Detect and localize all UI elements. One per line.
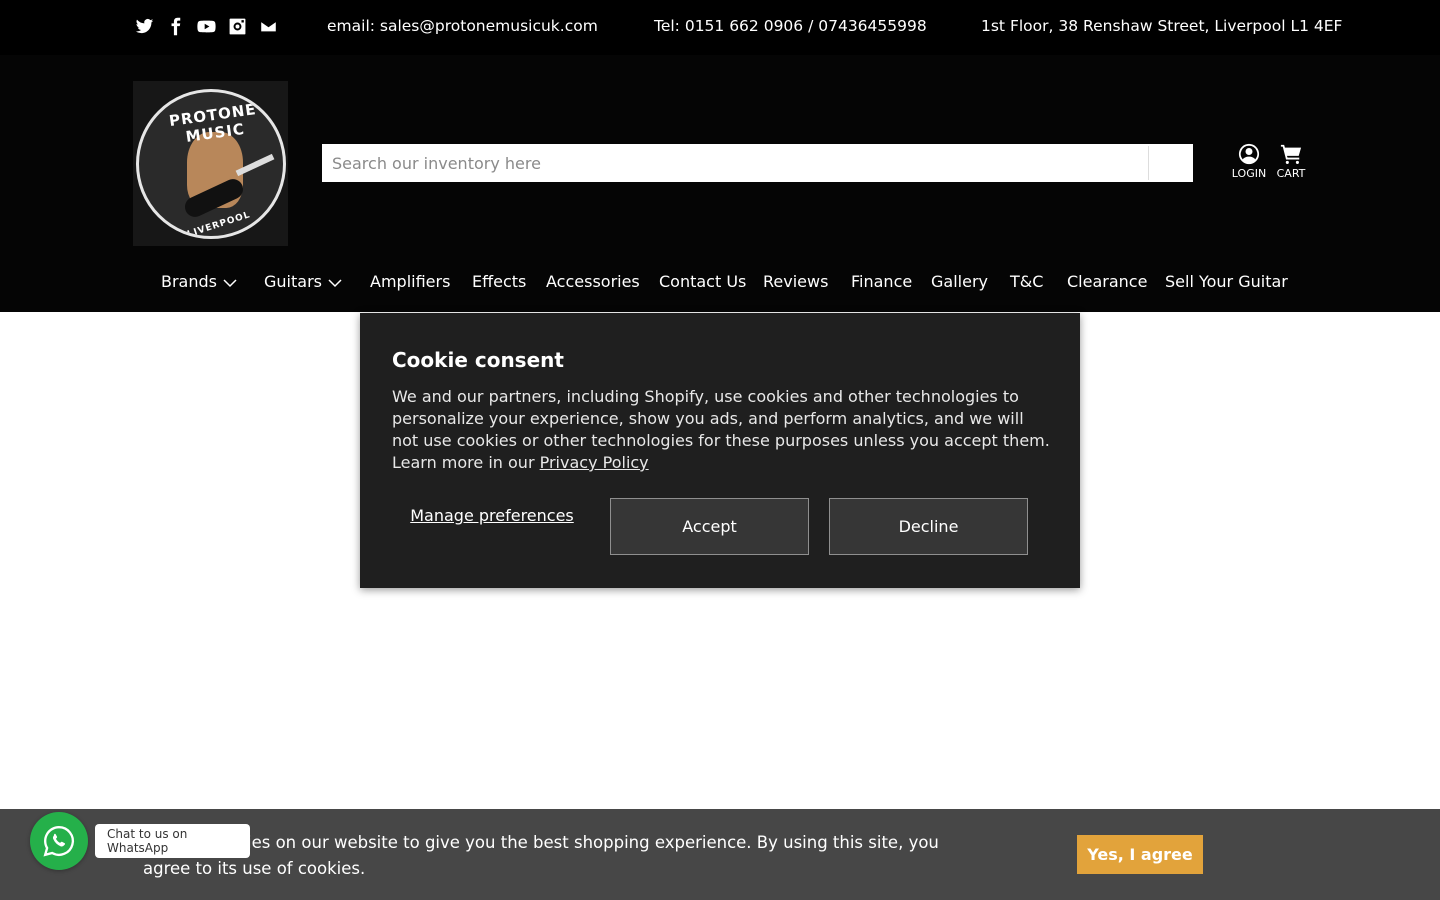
top-bar: email: sales@protonemusicuk.com Tel: 015…: [0, 0, 1440, 55]
nav-item-contact[interactable]: Contact Us: [659, 272, 746, 291]
login-link[interactable]: LOGIN: [1227, 143, 1271, 180]
twitter-icon[interactable]: [134, 16, 155, 37]
nav-item-brands[interactable]: Brands: [161, 272, 237, 291]
dialog-text: We and our partners, including Shopify, …: [392, 387, 1050, 472]
nav-item-finance[interactable]: Finance: [851, 272, 912, 291]
nav-item-guitars[interactable]: Guitars: [264, 272, 342, 291]
email-link[interactable]: email: sales@protonemusicuk.com: [327, 17, 598, 35]
social-links: [134, 16, 279, 37]
main-nav: Brands Guitars Amplifiers Effects Access…: [0, 267, 1440, 307]
nav-item-amplifiers[interactable]: Amplifiers: [370, 272, 450, 291]
agree-button[interactable]: Yes, I agree: [1077, 835, 1203, 874]
instagram-icon[interactable]: [227, 16, 248, 37]
cookie-notice-text: We use cookies on our website to give yo…: [143, 833, 939, 878]
facebook-icon[interactable]: [165, 16, 186, 37]
nav-item-sell-guitar[interactable]: Sell Your Guitar: [1165, 272, 1288, 291]
cart-label: CART: [1276, 167, 1306, 180]
site-header: PROTONE MUSIC LIVERPOOL LOGIN CART Brand…: [0, 55, 1440, 312]
nav-item-gallery[interactable]: Gallery: [931, 272, 988, 291]
mail-icon[interactable]: [258, 16, 279, 37]
cart-link[interactable]: CART: [1269, 143, 1313, 180]
chevron-down-icon: [328, 275, 342, 289]
dialog-body: We and our partners, including Shopify, …: [392, 386, 1052, 474]
whatsapp-icon: [43, 826, 74, 857]
dialog-title: Cookie consent: [392, 348, 564, 372]
whatsapp-tooltip: Chat to us on WhatsApp: [95, 824, 250, 858]
youtube-icon[interactable]: [196, 16, 217, 37]
logo-wordmark: PROTONE MUSIC: [167, 99, 258, 146]
cookie-consent-dialog: Cookie consent We and our partners, incl…: [360, 313, 1080, 588]
search-divider: [1148, 146, 1149, 180]
manage-preferences-link[interactable]: Manage preferences: [392, 505, 592, 526]
nav-item-tc[interactable]: T&C: [1010, 272, 1043, 291]
nav-item-clearance[interactable]: Clearance: [1067, 272, 1147, 291]
whatsapp-chat-button[interactable]: [30, 812, 88, 870]
phone-link[interactable]: Tel: 0151 662 0906 / 07436455998: [654, 17, 927, 35]
site-logo[interactable]: PROTONE MUSIC LIVERPOOL: [133, 81, 288, 246]
search-bar: [322, 144, 1193, 182]
chevron-down-icon: [223, 275, 237, 289]
login-label: LOGIN: [1231, 167, 1267, 180]
nav-item-effects[interactable]: Effects: [472, 272, 526, 291]
cart-icon: [1280, 144, 1302, 164]
nav-label: Guitars: [264, 272, 322, 291]
logo-badge: PROTONE MUSIC LIVERPOOL: [135, 88, 286, 239]
decline-button[interactable]: Decline: [829, 498, 1028, 555]
nav-label: Brands: [161, 272, 217, 291]
search-input[interactable]: [322, 144, 1148, 182]
nav-item-reviews[interactable]: Reviews: [763, 272, 828, 291]
user-icon: [1238, 143, 1260, 165]
nav-item-accessories[interactable]: Accessories: [546, 272, 640, 291]
accept-button[interactable]: Accept: [610, 498, 809, 555]
store-address: 1st Floor, 38 Renshaw Street, Liverpool …: [981, 17, 1343, 35]
privacy-policy-link[interactable]: Privacy Policy: [540, 453, 649, 472]
